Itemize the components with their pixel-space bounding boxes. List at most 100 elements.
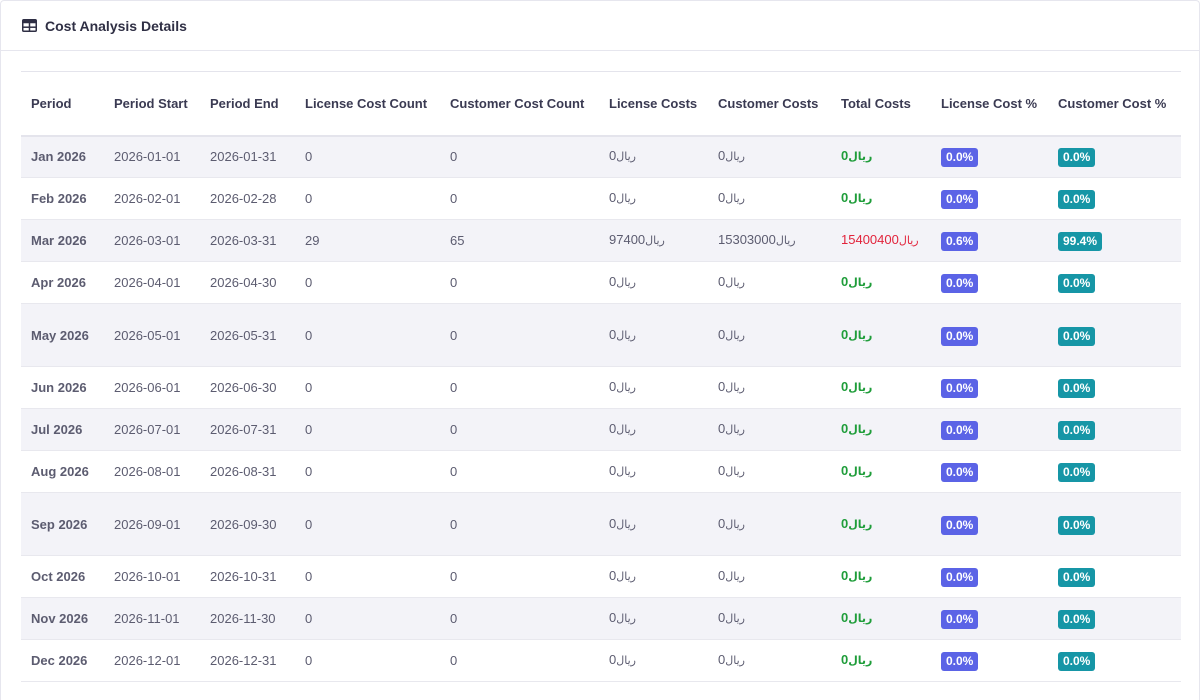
customer-cost-count-cell: 0 bbox=[440, 408, 599, 451]
period-start-cell: 2026-09-01 bbox=[104, 492, 200, 556]
period-cell: Dec 2026 bbox=[21, 639, 104, 682]
col-header-license-cost-pct[interactable]: License Cost % bbox=[931, 71, 1048, 137]
period-end-cell: 2026-05-31 bbox=[200, 303, 295, 367]
customer-costs-cell: 0ريال bbox=[708, 492, 831, 556]
license-cost-count-cell: 0 bbox=[295, 135, 440, 178]
license-pct-badge: 0.0% bbox=[941, 515, 979, 535]
license-pct-badge: 0.0% bbox=[941, 463, 979, 482]
license-costs-cell: 0ريال bbox=[599, 555, 708, 598]
cost-analysis-card: Cost Analysis Details Period Period Star… bbox=[0, 0, 1200, 700]
currency-symbol: ريال bbox=[775, 235, 796, 247]
customer-pct-badge: 0.0% bbox=[1058, 379, 1096, 398]
currency-symbol: ريال bbox=[616, 382, 636, 394]
col-header-period[interactable]: Period bbox=[21, 71, 104, 137]
currency-symbol: ريال bbox=[616, 613, 636, 625]
period-start-cell: 2026-06-01 bbox=[104, 366, 200, 409]
period-end-cell: 2026-10-31 bbox=[200, 555, 295, 598]
col-header-period-start[interactable]: Period Start bbox=[104, 71, 200, 137]
license-cost-count-cell: 0 bbox=[295, 597, 440, 640]
license-pct-badge-cell: 0.6% bbox=[931, 219, 1048, 262]
currency-symbol: ريال bbox=[725, 466, 745, 478]
currency-symbol: ريال bbox=[725, 424, 745, 436]
customer-pct-badge-cell: 0.0% bbox=[1048, 408, 1181, 451]
currency-symbol: ريال bbox=[616, 277, 636, 289]
customer-cost-count-cell: 65 bbox=[440, 219, 599, 262]
customer-costs-cell: 15303000ريال bbox=[708, 219, 831, 262]
col-header-period-end[interactable]: Period End bbox=[200, 71, 295, 137]
table-row: Aug 2026 2026-08-01 2026-08-31 0 0 0ريال 0ريال… bbox=[21, 450, 1181, 493]
license-costs-cell: 0ريال bbox=[599, 177, 708, 220]
period-end-cell: 2026-11-30 bbox=[200, 597, 295, 640]
currency-symbol: ريال bbox=[725, 655, 745, 667]
customer-cost-count-cell: 0 bbox=[440, 366, 599, 409]
period-cell: Nov 2026 bbox=[21, 597, 104, 640]
period-cell: Sep 2026 bbox=[21, 492, 104, 556]
license-pct-badge: 0.0% bbox=[941, 610, 979, 629]
license-pct-badge: 0.0% bbox=[941, 190, 979, 209]
period-start-cell: 2026-05-01 bbox=[104, 303, 200, 367]
currency-symbol: ريال bbox=[848, 329, 873, 342]
period-end-cell: 2026-09-30 bbox=[200, 492, 295, 556]
license-costs-cell: 0ريال bbox=[599, 366, 708, 409]
license-pct-badge: 0.0% bbox=[941, 326, 979, 346]
currency-symbol: ريال bbox=[616, 329, 636, 342]
license-cost-count-cell: 0 bbox=[295, 492, 440, 556]
license-costs-cell: 0ريال bbox=[599, 261, 708, 304]
table-icon bbox=[22, 19, 37, 32]
total-costs-cell: 0ريال bbox=[831, 408, 931, 451]
period-start-cell: 2026-04-01 bbox=[104, 261, 200, 304]
customer-cost-count-cell: 0 bbox=[440, 639, 599, 682]
currency-symbol: ريال bbox=[848, 613, 873, 625]
customer-pct-badge: 0.0% bbox=[1058, 148, 1096, 168]
license-pct-badge-cell: 0.0% bbox=[931, 492, 1048, 556]
license-pct-badge-cell: 0.0% bbox=[931, 450, 1048, 493]
period-end-cell: 2026-02-28 bbox=[200, 177, 295, 220]
license-pct-badge: 0.0% bbox=[941, 652, 979, 671]
col-header-customer-cost-count[interactable]: Customer Cost Count bbox=[440, 71, 599, 137]
license-costs-cell: 0ريال bbox=[599, 408, 708, 451]
license-pct-badge: 0.0% bbox=[941, 568, 979, 587]
col-header-total-costs[interactable]: Total Costs bbox=[831, 71, 931, 137]
currency-symbol: ريال bbox=[848, 571, 873, 583]
customer-pct-badge: 0.0% bbox=[1058, 421, 1096, 440]
license-pct-badge-cell: 0.0% bbox=[931, 639, 1048, 682]
customer-cost-count-cell: 0 bbox=[440, 261, 599, 304]
license-pct-badge-cell: 0.0% bbox=[931, 408, 1048, 451]
page-title: Cost Analysis Details bbox=[45, 17, 187, 34]
license-cost-count-cell: 29 bbox=[295, 219, 440, 262]
customer-pct-badge-cell: 0.0% bbox=[1048, 492, 1181, 556]
customer-pct-badge-cell: 0.0% bbox=[1048, 639, 1181, 682]
customer-pct-badge: 0.0% bbox=[1058, 515, 1096, 535]
license-costs-cell: 0ريال bbox=[599, 492, 708, 556]
period-start-cell: 2026-03-01 bbox=[104, 219, 200, 262]
cost-table-container: Period Period Start Period End License C… bbox=[21, 71, 1181, 682]
period-cell: Jun 2026 bbox=[21, 366, 104, 409]
customer-pct-badge: 0.0% bbox=[1058, 463, 1096, 482]
table-row: Feb 2026 2026-02-01 2026-02-28 0 0 0ريال 0ريال… bbox=[21, 177, 1181, 220]
col-header-license-cost-count[interactable]: License Cost Count bbox=[295, 71, 440, 137]
table-row: Jan 2026 2026-01-01 2026-01-31 0 0 0ريال 0ريال… bbox=[21, 135, 1181, 178]
period-start-cell: 2026-02-01 bbox=[104, 177, 200, 220]
period-start-cell: 2026-08-01 bbox=[104, 450, 200, 493]
license-pct-badge-cell: 0.0% bbox=[931, 366, 1048, 409]
total-costs-cell: 0ريال bbox=[831, 135, 931, 178]
customer-cost-count-cell: 0 bbox=[440, 303, 599, 367]
currency-symbol: ريال bbox=[848, 277, 873, 289]
currency-symbol: ريال bbox=[725, 571, 745, 583]
total-costs-cell: 15400400ريال bbox=[831, 219, 931, 262]
period-start-cell: 2026-11-01 bbox=[104, 597, 200, 640]
table-row: Oct 2026 2026-10-01 2026-10-31 0 0 0ريال 0ريال… bbox=[21, 555, 1181, 598]
license-cost-count-cell: 0 bbox=[295, 261, 440, 304]
customer-costs-cell: 0ريال bbox=[708, 261, 831, 304]
period-cell: Mar 2026 bbox=[21, 219, 104, 262]
period-cell: May 2026 bbox=[21, 303, 104, 367]
col-header-customer-costs[interactable]: Customer Costs bbox=[708, 71, 831, 137]
customer-cost-count-cell: 0 bbox=[440, 450, 599, 493]
customer-pct-badge-cell: 0.0% bbox=[1048, 450, 1181, 493]
license-costs-cell: 0ريال bbox=[599, 303, 708, 367]
col-header-license-costs[interactable]: License Costs bbox=[599, 71, 708, 137]
period-cell: Apr 2026 bbox=[21, 261, 104, 304]
license-cost-count-cell: 0 bbox=[295, 303, 440, 367]
col-header-customer-cost-pct[interactable]: Customer Cost % bbox=[1048, 71, 1181, 137]
table-row: Apr 2026 2026-04-01 2026-04-30 0 0 0ريال 0ريال… bbox=[21, 261, 1181, 304]
